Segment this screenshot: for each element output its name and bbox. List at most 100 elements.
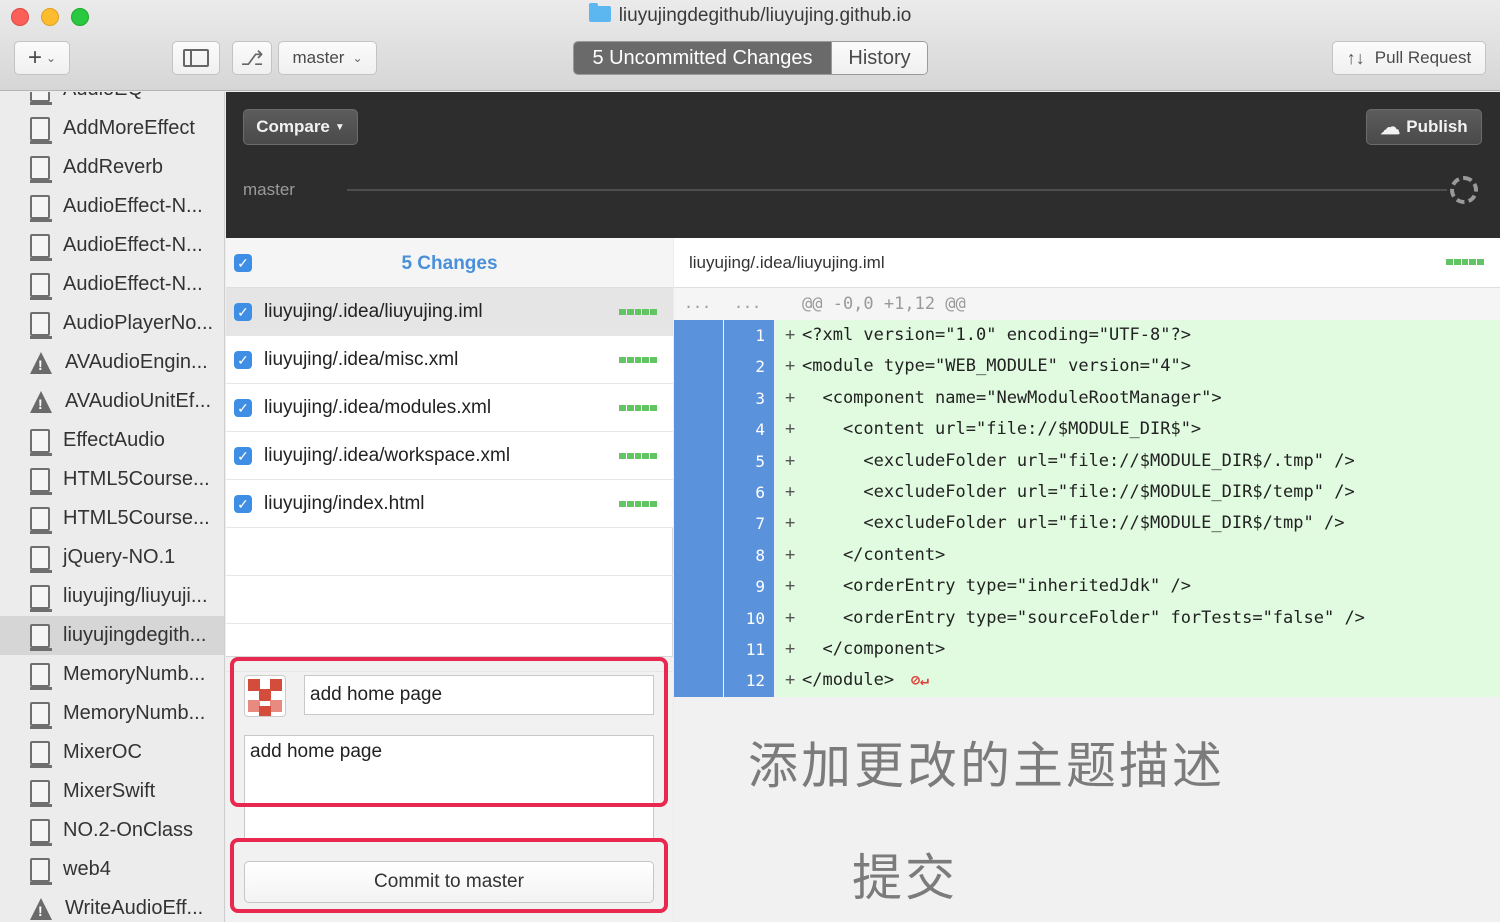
added-marker: +	[785, 482, 796, 502]
file-checkbox[interactable]: ✓	[234, 495, 252, 513]
sidebar-item-repository[interactable]: AVAudioUnitEf...	[0, 382, 224, 421]
hunk-new-dots[interactable]: ...	[734, 294, 761, 312]
sidebar-item-repository[interactable]: AudioEffect-N...	[0, 187, 224, 226]
new-line-number: 11	[724, 634, 774, 666]
sidebar-item-label: HTML5Course...	[63, 468, 210, 490]
hunk-old-dots[interactable]: ...	[684, 294, 711, 312]
changed-file-row[interactable]: ✓ liuyujing/.idea/modules.xml	[226, 384, 673, 432]
new-line-number: 1	[724, 320, 774, 352]
diff-line-body: + <excludeFolder url="file://$MODULE_DIR…	[775, 477, 1500, 509]
sidebar-item-repository[interactable]: AudioEQ	[0, 92, 224, 109]
changed-file-row[interactable]: ✓ liuyujing/.idea/workspace.xml	[226, 432, 673, 480]
old-line-gutter	[674, 571, 723, 603]
sidebar-item-repository[interactable]: EffectAudio	[0, 421, 224, 460]
sidebar-item-repository[interactable]: WriteAudioEff...	[0, 889, 224, 922]
branch-selector-label: master	[292, 48, 345, 67]
sidebar-item-repository[interactable]: MemoryNumb...	[0, 655, 224, 694]
diff-line-body: + <module type="WEB_MODULE" version="4">	[775, 351, 1500, 383]
sidebar-item-repository[interactable]: liuyujing/liuyuji...	[0, 577, 224, 616]
diff-line-code: </component>	[802, 639, 946, 659]
sidebar-item-repository[interactable]: AudioEffect-N...	[0, 226, 224, 265]
file-checkbox[interactable]: ✓	[234, 447, 252, 465]
sidebar-item-repository[interactable]: AddReverb	[0, 148, 224, 187]
file-checkbox[interactable]: ✓	[234, 351, 252, 369]
publish-button[interactable]: ☁ Publish	[1366, 109, 1482, 145]
repo-icon	[30, 545, 52, 573]
sidebar-item-repository[interactable]: AudioPlayerNo...	[0, 304, 224, 343]
changed-file-row[interactable]: ✓ liuyujing/.idea/misc.xml	[226, 336, 673, 384]
sidebar-item-repository[interactable]: liuyujingdegith...	[0, 616, 224, 655]
compare-button-label: Compare	[256, 117, 330, 136]
new-line-number: 8	[724, 539, 774, 572]
diff-line: 11 + </component>	[674, 634, 1500, 666]
repository-sidebar: AudioEQ AddMoreEffect AddReverb AudioEffect…	[0, 92, 225, 922]
new-line-number: 7	[724, 508, 774, 540]
sidebar-item-repository[interactable]: MixerSwift	[0, 772, 224, 811]
diff-line-code: </content>	[802, 544, 946, 565]
sidebar-item-repository[interactable]: MemoryNumb...	[0, 694, 224, 733]
add-repository-button[interactable]: + ⌄	[14, 41, 70, 75]
branch-selector[interactable]: master ⌄	[278, 41, 377, 75]
added-marker: +	[785, 670, 796, 691]
no-newline-icon: ⊘↵	[911, 671, 930, 690]
chevron-down-icon: ⌄	[45, 51, 57, 65]
changed-file-row[interactable]: ✓ liuyujing/index.html	[226, 480, 673, 528]
sync-icon[interactable]	[1450, 176, 1478, 204]
diff-line-body: + <content url="file://$MODULE_DIR$">	[775, 414, 1500, 446]
diff-panel: liuyujing/.idea/liuyujing.iml ... ... @@…	[674, 238, 1500, 922]
old-line-gutter	[674, 320, 723, 352]
hunk-header: ... ... @@ -0,0 +1,12 @@	[674, 288, 1500, 320]
diff-line-code: <orderEntry type="sourceFolder" forTests…	[802, 607, 1365, 628]
diff-line: 4 + <content url="file://$MODULE_DIR$">	[674, 414, 1500, 446]
compare-button[interactable]: Compare ▼	[243, 109, 358, 145]
sidebar-item-repository[interactable]: AddMoreEffect	[0, 109, 224, 148]
added-marker: +	[785, 450, 796, 471]
sidebar-item-label: jQuery-NO.1	[63, 546, 176, 568]
repo-icon	[30, 272, 52, 300]
commit-timeline[interactable]	[347, 189, 1447, 191]
diff-line-body: + </module> ⊘↵	[775, 665, 1500, 697]
file-checkbox[interactable]: ✓	[234, 399, 252, 417]
sidebar-item-label: MemoryNumb...	[63, 663, 206, 685]
diff-line-body: + </content>	[775, 539, 1500, 572]
sidebar-item-label: AudioEffect-N...	[63, 273, 203, 295]
sidebar-item-label: AudioEffect-N...	[63, 195, 203, 217]
window-toolbar: liuyujingdegithub/liuyujing.github.io + ⌄…	[0, 0, 1500, 91]
sidebar-item-label: NO.2-OnClass	[63, 819, 194, 841]
sidebar-item-label: liuyujingdegith...	[63, 624, 207, 646]
sidebar-item-label: AVAudioUnitEf...	[65, 390, 211, 412]
compare-header: Compare ▼ ☁ Publish master	[226, 92, 1500, 238]
sidebar-item-repository[interactable]: web4	[0, 850, 224, 889]
diff-stat-bar	[619, 453, 657, 459]
sidebar-item-repository[interactable]: NO.2-OnClass	[0, 811, 224, 850]
sidebar-item-label: MixerOC	[63, 741, 142, 763]
sidebar-item-repository[interactable]: HTML5Course...	[0, 460, 224, 499]
diff-stat-bar	[619, 405, 657, 411]
diff-line-code: <excludeFolder url="file://$MODULE_DIR$/…	[802, 450, 1355, 471]
sidebar-item-repository[interactable]: AudioEffect-N...	[0, 265, 224, 304]
sidebar-item-repository[interactable]: MixerOC	[0, 733, 224, 772]
sidebar-toggle-button[interactable]	[172, 41, 220, 75]
sidebar-item-repository[interactable]: jQuery-NO.1	[0, 538, 224, 577]
diff-line-body: + </component>	[775, 634, 1500, 666]
tab-uncommitted-changes[interactable]: 5 Uncommitted Changes	[574, 42, 831, 74]
repo-icon	[30, 233, 52, 261]
new-line-number: 3	[724, 382, 774, 415]
old-line-gutter	[674, 665, 723, 697]
diff-stat-bar	[619, 501, 657, 507]
diff-line-code: <orderEntry type="inheritedJdk" />	[802, 576, 1191, 597]
changed-file-row[interactable]: ✓ liuyujing/.idea/liuyujing.iml	[226, 288, 673, 336]
pull-request-button[interactable]: ↑↓ Pull Request	[1332, 41, 1486, 75]
repo-icon	[30, 116, 52, 144]
sidebar-item-repository[interactable]: HTML5Course...	[0, 499, 224, 538]
create-branch-button[interactable]: ⎇	[232, 41, 272, 75]
pull-request-label: Pull Request	[1374, 48, 1472, 67]
diff-line: 12 + </module> ⊘↵	[674, 665, 1500, 697]
sidebar-item-repository[interactable]: AVAudioEngin...	[0, 343, 224, 382]
tab-history[interactable]: History	[831, 42, 927, 74]
file-checkbox[interactable]: ✓	[234, 303, 252, 321]
repo-icon	[30, 428, 52, 456]
repo-icon	[30, 155, 52, 183]
pull-request-icon: ↑↓	[1346, 47, 1365, 68]
repo-icon	[30, 194, 52, 222]
